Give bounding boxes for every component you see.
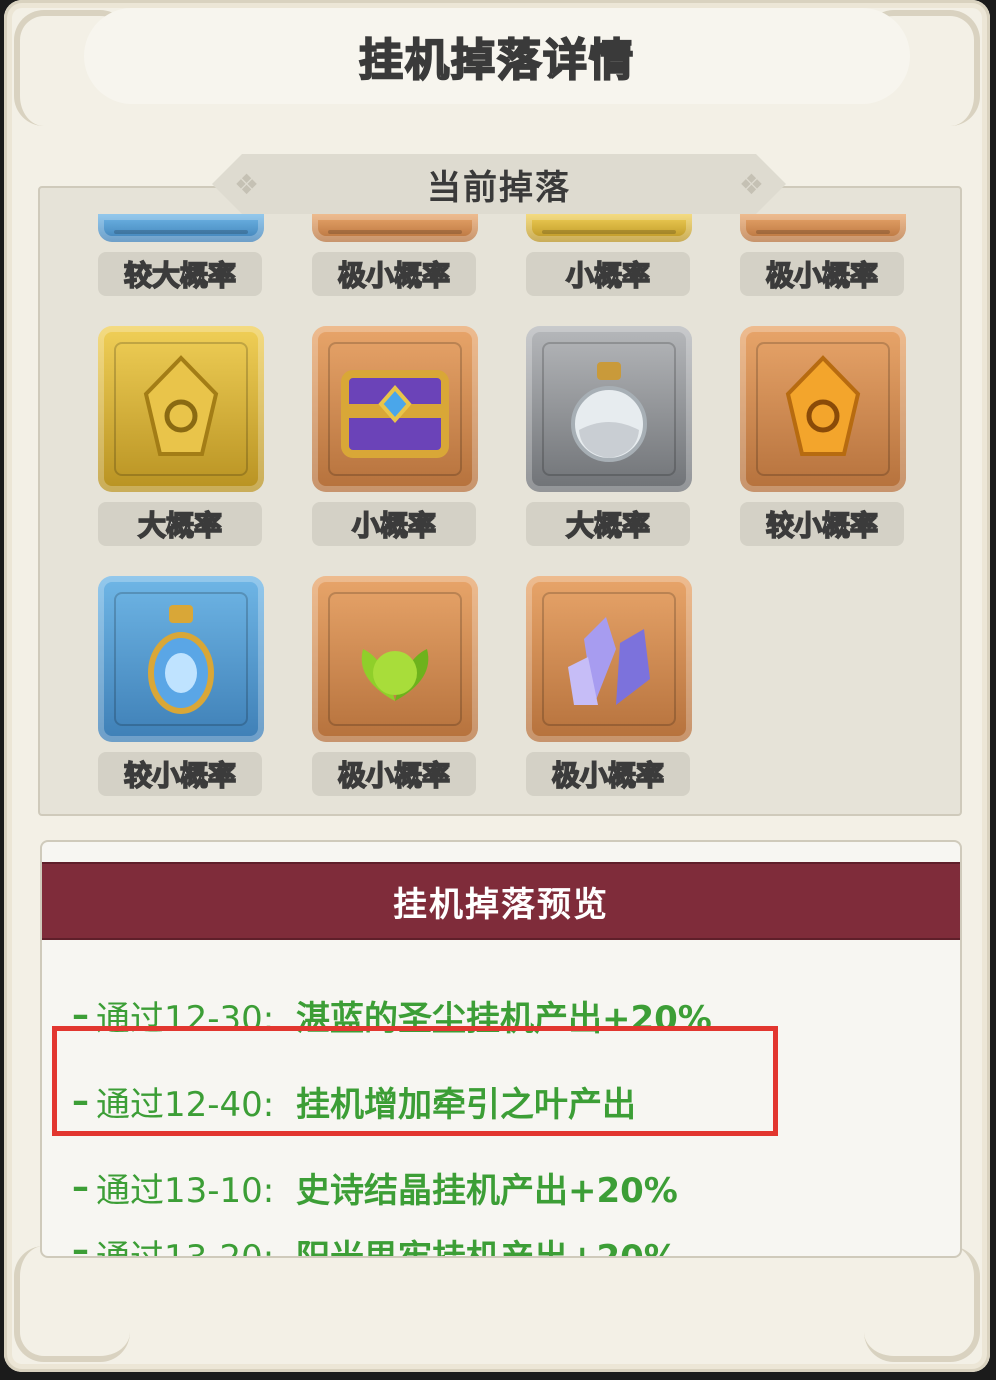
item-tile[interactable] — [312, 214, 478, 242]
probability-badge: 极小概率 — [312, 752, 476, 796]
item-tile[interactable] — [526, 214, 692, 242]
amber-crystal-icon — [740, 326, 906, 492]
probability-badge: 极小概率 — [312, 252, 476, 296]
arrow-ornament-icon: ❖ — [234, 168, 260, 201]
probability-badge: 小概率 — [526, 252, 690, 296]
green-leaf-icon — [312, 576, 478, 742]
title-bar: 挂机掉落详情 — [84, 8, 910, 104]
tab-label: 当前掉落 — [427, 167, 571, 208]
preview-title: 挂机掉落预览 — [393, 884, 609, 925]
corner-ornament — [14, 1246, 130, 1362]
stage-condition: 通过13-20: — [96, 1238, 275, 1258]
drop-item[interactable]: 极小概率 — [312, 576, 480, 796]
item-tile[interactable] — [526, 326, 692, 492]
drop-item[interactable]: 较小概率 — [740, 326, 908, 546]
reward-description: 史诗结晶挂机产出+20% — [296, 1170, 678, 1211]
current-drops-box[interactable]: 较大概率 极小概率 小概率 极小概率 大概率 小概率 大概率 较小概率 较小概率… — [38, 186, 962, 816]
item-tile[interactable] — [98, 326, 264, 492]
dust-bottle-icon — [526, 326, 692, 492]
dash-icon: – — [72, 1167, 89, 1207]
crystal-cluster-icon — [526, 576, 692, 742]
drop-item[interactable]: 小概率 — [526, 214, 694, 296]
probability-badge: 小概率 — [312, 502, 476, 546]
dash-icon: – — [72, 1230, 89, 1258]
probability-badge: 较小概率 — [740, 502, 904, 546]
item-tile[interactable] — [98, 576, 264, 742]
preview-header: 挂机掉落预览 — [42, 862, 960, 940]
item-tile[interactable] — [312, 576, 478, 742]
probability-badge: 较小概率 — [98, 752, 262, 796]
drop-item[interactable]: 较大概率 — [98, 214, 266, 296]
corner-ornament — [864, 1246, 980, 1362]
drop-item[interactable]: 极小概率 — [312, 214, 480, 296]
potion-flask-icon — [98, 576, 264, 742]
stage-condition: 通过13-10: — [96, 1170, 275, 1211]
arrow-ornament-icon: ❖ — [738, 168, 764, 201]
drop-item[interactable]: 较小概率 — [98, 576, 266, 796]
probability-badge: 较大概率 — [98, 252, 262, 296]
treasure-chest-icon — [312, 326, 478, 492]
gold-crystal-icon — [98, 326, 264, 492]
item-tile[interactable] — [312, 326, 478, 492]
drop-item[interactable]: 极小概率 — [526, 576, 694, 796]
list-item: – 通过13-20: 阳光思牢挂机产出+20% — [72, 1230, 952, 1258]
current-drops-tab: ❖ 当前掉落 ❖ — [212, 154, 786, 214]
item-tile[interactable] — [740, 214, 906, 242]
probability-badge: 极小概率 — [526, 752, 690, 796]
drop-item[interactable]: 小概率 — [312, 326, 480, 546]
item-tile[interactable] — [740, 326, 906, 492]
probability-badge: 大概率 — [98, 502, 262, 546]
list-item: – 通过13-10: 史诗结晶挂机产出+20% — [72, 1144, 952, 1230]
probability-badge: 大概率 — [526, 502, 690, 546]
page-title: 挂机掉落详情 — [358, 34, 635, 87]
reward-description: 阳光思牢挂机产出+20% — [296, 1238, 678, 1258]
drop-item[interactable]: 大概率 — [526, 326, 694, 546]
probability-badge: 极小概率 — [740, 252, 904, 296]
drop-item[interactable]: 大概率 — [98, 326, 266, 546]
highlight-box — [52, 1026, 778, 1136]
item-tile[interactable] — [98, 214, 264, 242]
item-tile[interactable] — [526, 576, 692, 742]
drop-item[interactable]: 极小概率 — [740, 214, 908, 296]
